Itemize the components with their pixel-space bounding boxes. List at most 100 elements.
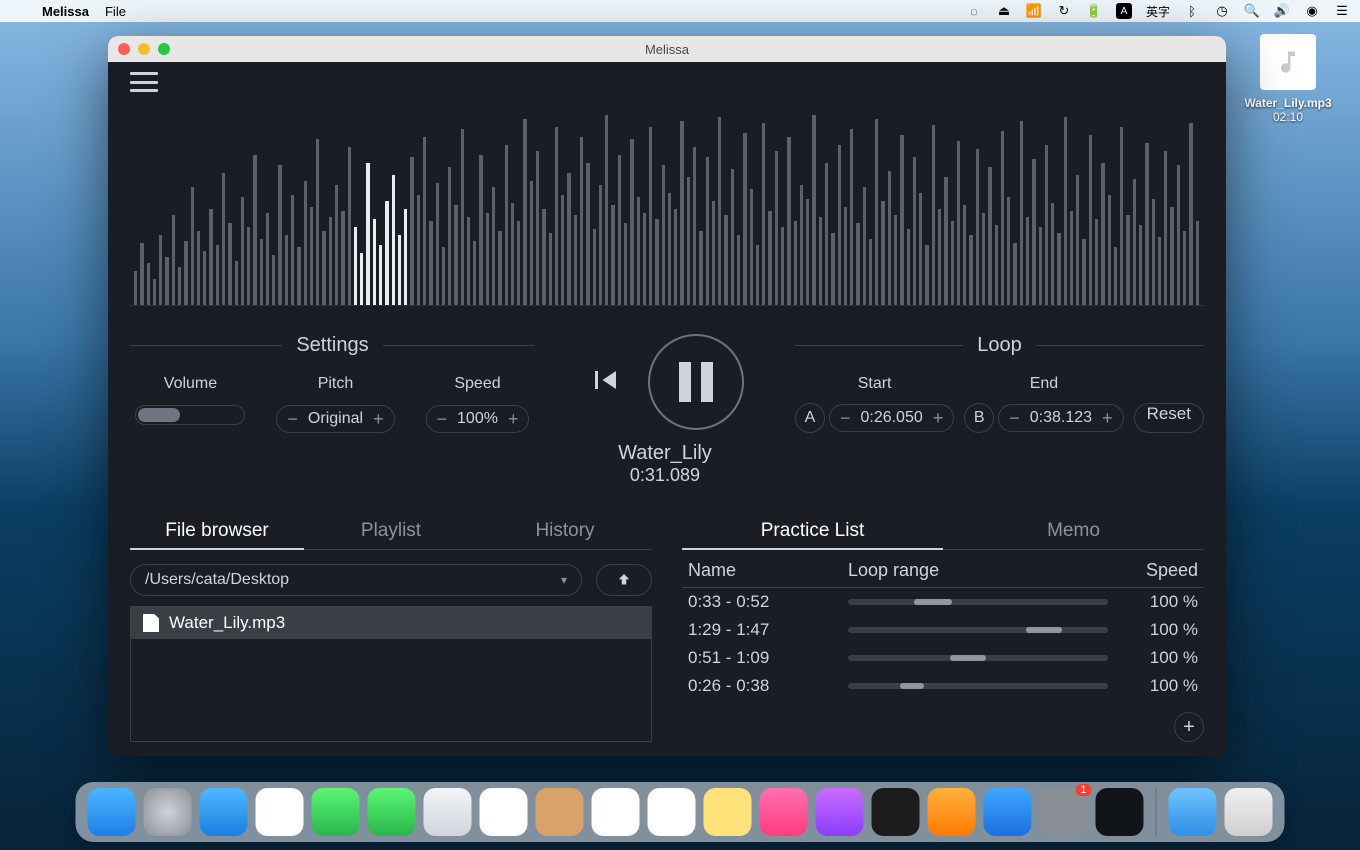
accessibility-icon[interactable]: ◌ xyxy=(966,3,982,19)
file-row[interactable]: Water_Lily.mp3 xyxy=(131,607,651,639)
loop-reset-button[interactable]: Reset xyxy=(1134,403,1204,433)
loop-start-plus-button[interactable]: + xyxy=(929,408,948,429)
practice-row[interactable]: 0:51 - 1:09100 % xyxy=(682,644,1204,672)
waveform-bar xyxy=(467,217,470,305)
tab-file-browser[interactable]: File browser xyxy=(130,514,304,550)
dock-app-facetime[interactable] xyxy=(368,788,416,836)
window-titlebar[interactable]: Melissa xyxy=(108,36,1226,62)
dock-app-melissa[interactable] xyxy=(1096,788,1144,836)
tab-memo[interactable]: Memo xyxy=(943,514,1204,550)
waveform-bar xyxy=(461,129,464,305)
path-dropdown[interactable]: /Users/cata/Desktop ▾ xyxy=(130,564,582,596)
waveform-bar xyxy=(536,151,539,305)
practice-name: 0:33 - 0:52 xyxy=(688,592,848,612)
dock-app-maps[interactable] xyxy=(424,788,472,836)
dock-app-reminders[interactable] xyxy=(648,788,696,836)
menubar-item-file[interactable]: File xyxy=(105,4,126,19)
battery-icon[interactable]: 🔋 xyxy=(1086,3,1102,19)
dock-app-photos[interactable] xyxy=(480,788,528,836)
practice-row[interactable]: 0:26 - 0:38100 % xyxy=(682,672,1204,700)
speed-plus-button[interactable]: + xyxy=(504,409,523,430)
waveform-bar xyxy=(649,127,652,305)
dock-app-appstore[interactable] xyxy=(984,788,1032,836)
loop-start-minus-button[interactable]: − xyxy=(836,408,855,429)
close-window-button[interactable] xyxy=(118,43,130,55)
dock-app-contacts[interactable] xyxy=(536,788,584,836)
waveform-bar xyxy=(687,177,690,305)
waveform-bar xyxy=(392,175,395,305)
dock-app-books[interactable] xyxy=(928,788,976,836)
siri-icon[interactable]: ◉ xyxy=(1304,3,1320,19)
dock-app-safari[interactable] xyxy=(200,788,248,836)
desktop-file[interactable]: Water_Lily.mp3 02:10 xyxy=(1240,34,1336,124)
dock-app-calendar[interactable] xyxy=(592,788,640,836)
dock-app-trash[interactable] xyxy=(1225,788,1273,836)
practice-speed: 100 % xyxy=(1108,648,1198,668)
spotlight-icon[interactable]: 🔍 xyxy=(1244,3,1260,19)
volume-icon[interactable]: 🔊 xyxy=(1274,3,1290,19)
tab-practice-list[interactable]: Practice List xyxy=(682,514,943,550)
waveform-bar xyxy=(1101,163,1104,305)
menubar-app-name[interactable]: Melissa xyxy=(42,4,89,19)
dock-app-downloads[interactable] xyxy=(1169,788,1217,836)
ime-label[interactable]: 英字 xyxy=(1146,3,1170,20)
loop-start-control: − 0:26.050 + xyxy=(829,404,954,432)
waveform-bar xyxy=(1089,135,1092,305)
waveform-bar xyxy=(957,141,960,305)
waveform-bar xyxy=(209,209,212,305)
dock-app-notes[interactable] xyxy=(704,788,752,836)
waveform-bar xyxy=(856,223,859,305)
dock-app-launchpad[interactable] xyxy=(144,788,192,836)
loop-end-plus-button[interactable]: + xyxy=(1098,408,1117,429)
waveform-bar xyxy=(925,245,928,305)
speed-minus-button[interactable]: − xyxy=(433,409,452,430)
dock-app-messages[interactable] xyxy=(312,788,360,836)
chevron-down-icon: ▾ xyxy=(561,573,567,587)
loop-a-button[interactable]: A xyxy=(795,403,825,433)
minimize-window-button[interactable] xyxy=(138,43,150,55)
waveform-bar xyxy=(819,217,822,305)
waveform-bar xyxy=(850,129,853,305)
waveform-bar xyxy=(222,173,225,305)
pitch-plus-button[interactable]: + xyxy=(369,409,388,430)
dock-app-finder[interactable] xyxy=(88,788,136,836)
ime-icon[interactable]: A xyxy=(1116,3,1132,19)
play-pause-button[interactable] xyxy=(648,334,744,430)
add-practice-button[interactable]: + xyxy=(1174,712,1204,742)
dock-app-podcasts[interactable] xyxy=(816,788,864,836)
bluetooth-icon[interactable]: ᛒ xyxy=(1184,3,1200,19)
tab-playlist[interactable]: Playlist xyxy=(304,514,478,550)
waveform-bar xyxy=(907,229,910,305)
dock-app-mail[interactable] xyxy=(256,788,304,836)
practice-row[interactable]: 0:33 - 0:52100 % xyxy=(682,588,1204,616)
waveform-bar xyxy=(1126,215,1129,305)
waveform-bar xyxy=(561,195,564,305)
waveform-bar xyxy=(1013,243,1016,305)
waveform-bar xyxy=(844,207,847,305)
waveform-bar xyxy=(1039,227,1042,305)
dock-app-music[interactable] xyxy=(760,788,808,836)
volume-slider[interactable] xyxy=(135,405,245,425)
dock-app-preferences[interactable]: 1 xyxy=(1040,788,1088,836)
eject-icon[interactable]: ⏏ xyxy=(996,3,1012,19)
pitch-minus-button[interactable]: − xyxy=(283,409,302,430)
dock-app-tv[interactable] xyxy=(872,788,920,836)
waveform-bar xyxy=(1032,159,1035,305)
menu-icon[interactable] xyxy=(130,72,158,92)
practice-row[interactable]: 1:29 - 1:47100 % xyxy=(682,616,1204,644)
waveform-display[interactable] xyxy=(130,96,1204,306)
loop-b-button[interactable]: B xyxy=(964,403,994,433)
folder-up-button[interactable] xyxy=(596,564,652,596)
wifi-icon[interactable]: 📶 xyxy=(1026,3,1042,19)
clock-icon[interactable]: ◷ xyxy=(1214,3,1230,19)
tab-history[interactable]: History xyxy=(478,514,652,550)
restart-button[interactable] xyxy=(586,362,622,403)
loop-end-minus-button[interactable]: − xyxy=(1005,408,1024,429)
notification-center-icon[interactable]: ☰ xyxy=(1334,3,1350,19)
timemachine-icon[interactable]: ↻ xyxy=(1056,3,1072,19)
zoom-window-button[interactable] xyxy=(158,43,170,55)
apple-icon[interactable] xyxy=(10,3,26,19)
waveform-bar xyxy=(1001,131,1004,305)
waveform-bar xyxy=(429,221,432,305)
waveform-bar xyxy=(1120,127,1123,305)
